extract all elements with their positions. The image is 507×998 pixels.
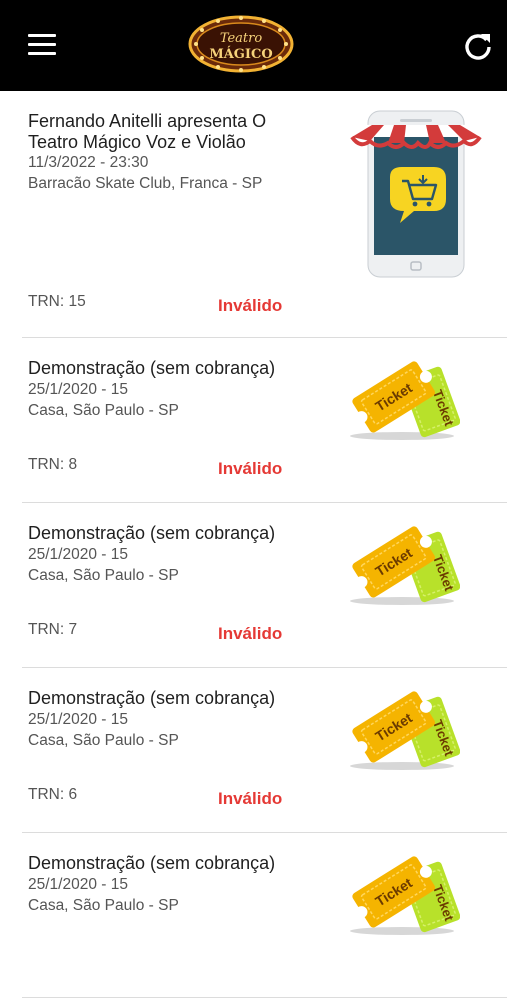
ticket-list: Fernando Anitelli apresenta O Teatro Mág…	[0, 91, 507, 998]
ticket-trn: TRN: 7	[28, 621, 78, 638]
ticket-venue: Casa, São Paulo - SP	[28, 732, 179, 749]
hamburger-menu-icon[interactable]	[28, 34, 56, 56]
ticket-icon: TicketTicket	[350, 361, 460, 440]
ticket-date: 25/1/2020 - 15	[28, 381, 128, 398]
status-badge: Inválido	[218, 789, 283, 808]
ticket-date: 25/1/2020 - 15	[28, 711, 128, 728]
ticket-card[interactable]: Fernando Anitelli apresenta O Teatro Mág…	[22, 91, 507, 338]
ticket-card[interactable]: Demonstração (sem cobrança) 25/1/2020 - …	[22, 338, 507, 503]
ticket-title: Demonstração (sem cobrança)	[28, 853, 276, 873]
ticket-card[interactable]: Demonstração (sem cobrança) 25/1/2020 - …	[22, 668, 507, 833]
ticket-title: Fernando Anitelli apresenta O Teatro Mág…	[28, 111, 267, 152]
ticket-trn: TRN: 8	[28, 456, 78, 473]
ticket-trn: TRN: 15	[28, 293, 86, 310]
ticket-date: 25/1/2020 - 15	[28, 876, 128, 893]
ticket-title: Demonstração (sem cobrança)	[28, 358, 276, 378]
ticket-trn: TRN: 6	[28, 786, 78, 803]
status-badge: Inválido	[218, 459, 283, 478]
logo-text-bottom: MÁGICO	[209, 46, 272, 62]
status-badge: Inválido	[218, 296, 283, 315]
ticket-icon: TicketTicket	[350, 691, 460, 770]
ticket-title: Demonstração (sem cobrança)	[28, 688, 276, 708]
refresh-icon[interactable]	[462, 30, 494, 62]
ticket-date: 11/3/2022 - 23:30	[28, 154, 149, 171]
app-header: Teatro MÁGICO	[0, 0, 507, 91]
ticket-date: 25/1/2020 - 15	[28, 546, 128, 563]
ticket-venue: Casa, São Paulo - SP	[28, 567, 179, 584]
ticket-title: Demonstração (sem cobrança)	[28, 523, 276, 543]
ticket-icon: TicketTicket	[350, 856, 460, 935]
ticket-card[interactable]: Demonstração (sem cobrança) 25/1/2020 - …	[22, 833, 507, 998]
ticket-venue: Casa, São Paulo - SP	[28, 402, 179, 419]
phone-store-icon	[350, 110, 482, 278]
ticket-icon: TicketTicket	[350, 526, 460, 605]
ticket-venue: Barracão Skate Club, Franca - SP	[28, 175, 263, 192]
ticket-card[interactable]: Demonstração (sem cobrança) 25/1/2020 - …	[22, 503, 507, 668]
teatro-magico-logo: Teatro MÁGICO	[188, 15, 294, 73]
logo-text-top: Teatro	[220, 31, 263, 46]
status-badge: Inválido	[218, 624, 283, 643]
